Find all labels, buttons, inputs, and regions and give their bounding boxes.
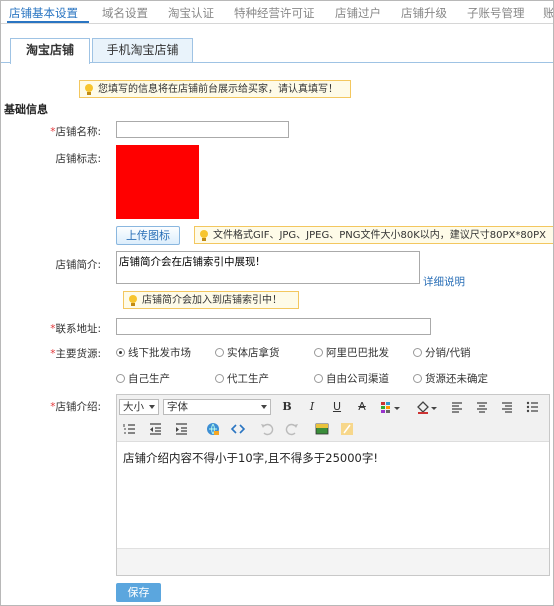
font-size-select[interactable]: 大小: [119, 399, 159, 415]
radio-icon[interactable]: [215, 374, 224, 383]
detail-link[interactable]: 详细说明: [423, 274, 465, 289]
radio-label: 自己生产: [128, 373, 170, 385]
nav-special-license[interactable]: 特种经营许可证: [234, 5, 315, 21]
tab-taobao-shop[interactable]: 淘宝店铺: [10, 38, 90, 64]
underline-icon[interactable]: U: [329, 399, 345, 415]
address-label: *联系地址:: [11, 321, 101, 336]
lightbulb-icon: [129, 295, 137, 306]
radio-label: 线下批发市场: [128, 347, 191, 359]
insert-image-icon[interactable]: [314, 421, 330, 437]
editor-toolbar: 大小 字体 B I U A: [117, 395, 549, 442]
source-radio-own-channel[interactable]: 自由公司渠道: [314, 371, 389, 386]
info-tip-text: 您填写的信息将在店铺前台展示给买家，请认真填写！: [98, 84, 338, 95]
bold-icon[interactable]: B: [279, 399, 295, 415]
shop-name-label-text: 店铺名称:: [55, 126, 101, 138]
logo-format-tip-text: 文件格式GIF、JPG、JPEG、PNG文件大小80K以内，建议尺寸80PX*8…: [213, 230, 546, 241]
lightbulb-icon: [85, 84, 93, 95]
nav-domain-settings[interactable]: 域名设置: [102, 5, 148, 21]
nav-sub-account[interactable]: 子账号管理: [467, 5, 525, 21]
upload-logo-button[interactable]: 上传图标: [116, 226, 180, 245]
source-radio-oem[interactable]: 代工生产: [215, 371, 269, 386]
sub-tabs: 淘宝店铺 手机淘宝店铺: [1, 38, 553, 64]
radio-icon[interactable]: [215, 348, 224, 357]
source-label-text: 主要货源:: [55, 348, 101, 360]
radio-icon[interactable]: [314, 374, 323, 383]
address-label-text: 联系地址:: [55, 323, 101, 335]
nav-account-cut[interactable]: 账: [543, 5, 553, 21]
insert-link-icon[interactable]: [205, 421, 221, 437]
intro-index-tip: 店铺简介会加入到店铺索引中！: [123, 291, 299, 309]
outdent-icon[interactable]: [147, 421, 163, 437]
chevron-down-icon: [149, 405, 155, 409]
info-tip: 您填写的信息将在店铺前台展示给买家，请认真填写！: [79, 80, 351, 98]
fill-color-icon[interactable]: [415, 399, 439, 415]
font-family-select[interactable]: 字体: [163, 399, 271, 415]
chevron-down-icon: [261, 405, 267, 409]
source-radio-self-produced[interactable]: 自己生产: [116, 371, 170, 386]
insert-flash-icon[interactable]: [339, 421, 355, 437]
ordered-list-icon[interactable]: [121, 421, 137, 437]
align-center-icon[interactable]: [474, 399, 490, 415]
shop-logo-label: 店铺标志:: [55, 153, 101, 165]
indent-icon[interactable]: [173, 421, 189, 437]
radio-checked-icon[interactable]: [116, 348, 125, 357]
source-radio-alibaba[interactable]: 阿里巴巴批发: [314, 345, 389, 360]
radio-label: 阿里巴巴批发: [326, 347, 389, 359]
radio-icon[interactable]: [413, 348, 422, 357]
redo-icon[interactable]: [284, 421, 300, 437]
intro-index-tip-text: 店铺简介会加入到店铺索引中！: [142, 295, 282, 306]
address-input[interactable]: [116, 318, 431, 335]
radio-icon[interactable]: [116, 374, 125, 383]
save-button[interactable]: 保存: [116, 583, 161, 602]
undo-icon[interactable]: [259, 421, 275, 437]
shop-name-input[interactable]: [116, 121, 289, 138]
radio-label: 货源还未确定: [425, 373, 488, 385]
font-size-select-value: 大小: [123, 401, 144, 413]
rich-text-editor: 大小 字体 B I U A 店铺介绍内容不得小于10字,且不得多于25000字!: [116, 394, 550, 576]
font-family-select-value: 字体: [167, 401, 188, 413]
radio-label: 代工生产: [227, 373, 269, 385]
nav-shop-upgrade[interactable]: 店铺升级: [401, 5, 447, 21]
logo-format-tip: 文件格式GIF、JPG、JPEG、PNG文件大小80K以内，建议尺寸80PX*8…: [194, 226, 553, 244]
top-nav: 店铺基本设置 域名设置 淘宝认证 特种经营许可证 店铺过户 店铺升级 子账号管理…: [1, 1, 553, 24]
lightbulb-icon: [200, 230, 208, 241]
radio-label: 实体店拿货: [227, 347, 280, 359]
nav-basic-settings[interactable]: 店铺基本设置: [9, 5, 78, 21]
shop-settings-window: 店铺基本设置 域名设置 淘宝认证 特种经营许可证 店铺过户 店铺升级 子账号管理…: [0, 0, 554, 606]
italic-icon[interactable]: I: [304, 399, 320, 415]
table-icon[interactable]: [379, 399, 403, 415]
radio-label: 分销/代销: [425, 347, 471, 359]
nav-taobao-auth[interactable]: 淘宝认证: [168, 5, 214, 21]
source-radio-physical-store[interactable]: 实体店拿货: [215, 345, 280, 360]
shop-name-label: *店铺名称:: [11, 124, 101, 139]
align-left-icon[interactable]: [449, 399, 465, 415]
source-code-icon[interactable]: [230, 421, 246, 437]
active-tab-underline: [7, 21, 89, 23]
align-right-icon[interactable]: [499, 399, 515, 415]
source-radio-undecided[interactable]: 货源还未确定: [413, 371, 488, 386]
shop-intro-textarea[interactable]: 店铺简介会在店铺索引中展现!: [116, 251, 420, 284]
nav-shop-transfer[interactable]: 店铺过户: [335, 5, 381, 21]
source-radio-distribution[interactable]: 分销/代销: [413, 345, 471, 360]
tab-mobile-taobao-shop[interactable]: 手机淘宝店铺: [92, 38, 193, 62]
source-label: *主要货源:: [11, 346, 101, 361]
desc-label: *店铺介绍:: [11, 399, 101, 414]
unordered-list-icon[interactable]: [524, 399, 540, 415]
shop-logo-preview: [116, 145, 199, 219]
radio-icon[interactable]: [413, 374, 422, 383]
radio-icon[interactable]: [314, 348, 323, 357]
editor-resize-bar[interactable]: [117, 548, 549, 575]
source-radio-wholesale-market[interactable]: 线下批发市场: [116, 345, 191, 360]
shop-intro-label: 店铺简介:: [55, 259, 101, 271]
editor-content[interactable]: 店铺介绍内容不得小于10字,且不得多于25000字!: [123, 450, 378, 466]
section-title: 基础信息: [4, 103, 48, 116]
desc-label-text: 店铺介绍:: [55, 401, 101, 413]
strikethrough-icon[interactable]: A: [354, 399, 370, 415]
radio-label: 自由公司渠道: [326, 373, 389, 385]
